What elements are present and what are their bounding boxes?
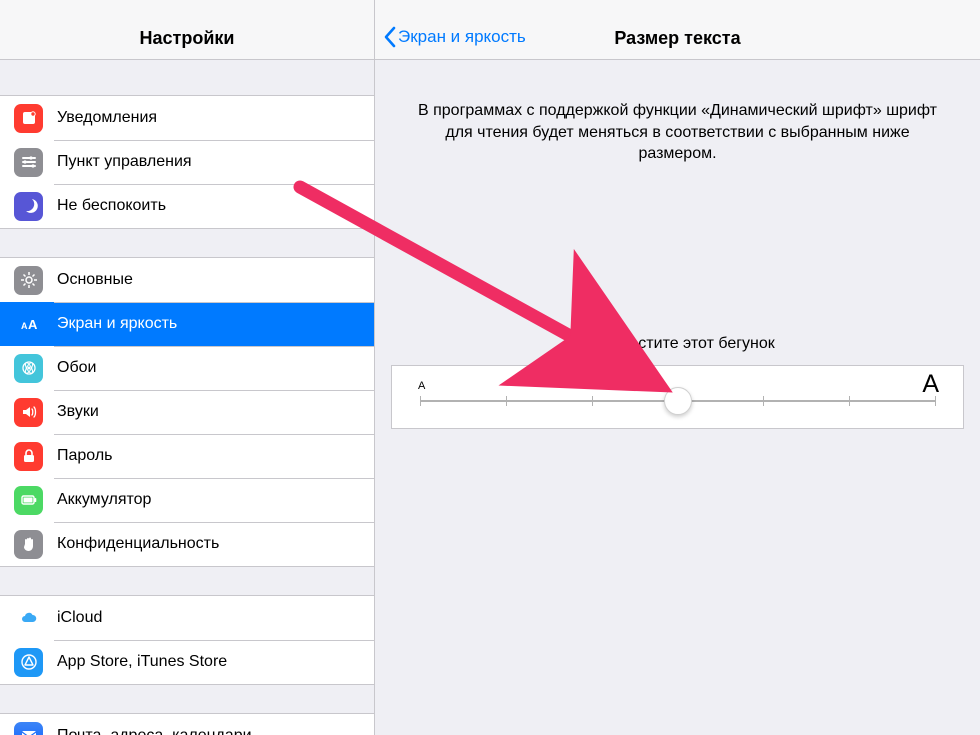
- sidebar-item-notifications[interactable]: Уведомления: [0, 96, 374, 140]
- sidebar-item-icloud[interactable]: iCloud: [0, 596, 374, 640]
- slider-max-label: A: [922, 370, 939, 399]
- sidebar-item-label: Уведомления: [57, 109, 157, 127]
- slider-min-label: A: [418, 380, 425, 392]
- sidebar-item-label: Обои: [57, 359, 96, 377]
- sidebar-item-display[interactable]: AA Экран и яркость: [0, 302, 374, 346]
- sidebar-item-general[interactable]: Основные: [0, 258, 374, 302]
- sidebar-item-label: Не беспокоить: [57, 197, 166, 215]
- sidebar-item-label: Звуки: [57, 403, 99, 421]
- sidebar-item-privacy[interactable]: Конфиденциальность: [0, 522, 374, 566]
- dynamic-type-description: В программах с поддержкой функции «Динам…: [375, 60, 980, 165]
- sidebar-navbar: Настройки: [0, 0, 374, 60]
- sidebar-item-label: Экран и яркость: [57, 315, 177, 333]
- gear-icon: [14, 266, 43, 295]
- slider-thumb[interactable]: [664, 387, 692, 415]
- text-size-icon: AA: [14, 310, 43, 339]
- sidebar-item-label: Пункт управления: [57, 153, 192, 171]
- settings-sidebar: Настройки Уведомления Пункт управления Н…: [0, 0, 375, 735]
- sidebar-item-label: Почта, адреса, календари: [57, 727, 252, 735]
- sidebar-group: Уведомления Пункт управления Не беспокои…: [0, 95, 374, 229]
- speaker-icon: [14, 398, 43, 427]
- sidebar-item-label: iCloud: [57, 609, 102, 627]
- cloud-icon: [14, 604, 43, 633]
- detail-navbar: Экран и яркость Размер текста: [375, 0, 980, 60]
- svg-text:A: A: [21, 321, 28, 331]
- sidebar-item-label: App Store, iTunes Store: [57, 653, 227, 671]
- wallpaper-icon: [14, 354, 43, 383]
- svg-text:A: A: [28, 317, 38, 332]
- sidebar-item-label: Аккумулятор: [57, 491, 151, 509]
- sidebar-item-sounds[interactable]: Звуки: [0, 390, 374, 434]
- notifications-icon: [14, 104, 43, 133]
- sidebar-item-label: Пароль: [57, 447, 113, 465]
- sidebar-group: Основные AA Экран и яркость Обои Звуки П…: [0, 257, 374, 567]
- sidebar-item-wallpaper[interactable]: Обои: [0, 346, 374, 390]
- moon-icon: [14, 192, 43, 221]
- sidebar-group: Почта, адреса, календари: [0, 713, 374, 735]
- sidebar-title: Настройки: [0, 28, 374, 49]
- sidebar-item-dnd[interactable]: Не беспокоить: [0, 184, 374, 228]
- detail-pane: Экран и яркость Размер текста В программ…: [375, 0, 980, 735]
- sidebar-item-battery[interactable]: Аккумулятор: [0, 478, 374, 522]
- text-size-slider[interactable]: [420, 400, 935, 402]
- sidebar-item-label: Конфиденциальность: [57, 535, 219, 553]
- sidebar-item-control-center[interactable]: Пункт управления: [0, 140, 374, 184]
- hand-icon: [14, 530, 43, 559]
- sidebar-item-passcode[interactable]: Пароль: [0, 434, 374, 478]
- sidebar-group: iCloud App Store, iTunes Store: [0, 595, 374, 685]
- slider-prompt: Переместите этот бегунок: [375, 335, 980, 353]
- battery-settings-icon: [14, 486, 43, 515]
- detail-title: Размер текста: [375, 28, 980, 49]
- sidebar-item-label: Основные: [57, 271, 133, 289]
- sidebar-item-mail[interactable]: Почта, адреса, календари: [0, 714, 374, 735]
- lock-icon: [14, 442, 43, 471]
- sidebar-item-appstore[interactable]: App Store, iTunes Store: [0, 640, 374, 684]
- mail-icon: [14, 722, 43, 735]
- appstore-icon: [14, 648, 43, 677]
- text-size-slider-card: A A: [391, 365, 964, 429]
- control-center-icon: [14, 148, 43, 177]
